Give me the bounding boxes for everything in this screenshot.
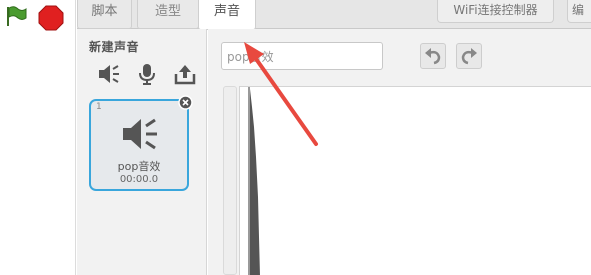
top-tab-bar: 脚本 造型 声音 WiFi连接控制器 编 (77, 0, 591, 30)
green-flag-icon[interactable] (4, 5, 28, 27)
upload-icon[interactable] (173, 62, 197, 86)
sound-name-input[interactable] (221, 42, 383, 70)
stop-sign-icon[interactable] (38, 5, 64, 31)
wifi-controller-button[interactable]: WiFi连接控制器 (437, 0, 554, 23)
microphone-icon[interactable] (135, 62, 159, 86)
tab-costumes[interactable]: 造型 (137, 0, 199, 29)
sound-index: 1 (96, 102, 102, 112)
speaker-icon (121, 116, 163, 152)
waveform-graphic (248, 87, 260, 275)
sound-duration: 00:00.0 (119, 174, 159, 185)
speaker-library-icon[interactable] (97, 62, 121, 86)
sound-editor (208, 29, 591, 275)
waveform-scrollbar[interactable] (223, 86, 237, 275)
sound-name: pop音效 (117, 160, 161, 173)
stage-controls (0, 0, 76, 275)
sound-item[interactable]: 1 pop音效 00:00.0 (89, 95, 193, 191)
new-sound-label: 新建声音 (89, 40, 140, 54)
tab-sounds[interactable]: 声音 (198, 0, 256, 30)
new-sound-icons (97, 62, 197, 86)
tab-scripts[interactable]: 脚本 (77, 0, 132, 29)
close-icon[interactable] (178, 95, 193, 110)
redo-icon[interactable] (456, 43, 482, 69)
edit-button[interactable]: 编 (567, 0, 591, 23)
waveform-area[interactable] (239, 86, 591, 275)
undo-icon[interactable] (420, 43, 446, 69)
sound-list-panel: 新建声音 1 pop音效 00:00.0 (77, 29, 207, 275)
